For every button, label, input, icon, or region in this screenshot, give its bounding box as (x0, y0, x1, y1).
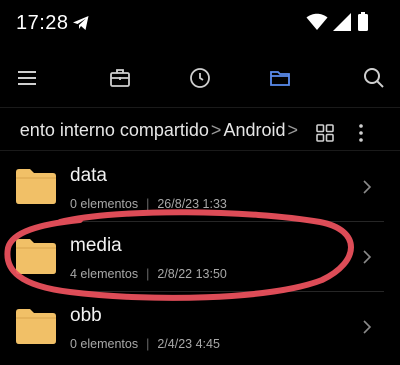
file-meta: 0 elementos | 26/8/23 1:33 (70, 197, 227, 211)
file-meta: 4 elementos | 2/8/22 13:50 (70, 267, 227, 281)
file-item-count: 4 elementos (70, 267, 139, 281)
folder-icon[interactable] (268, 66, 292, 90)
file-name: media (70, 235, 122, 256)
file-date: 2/4/23 4:45 (157, 337, 220, 351)
file-date: 26/8/23 1:33 (157, 197, 227, 211)
signal-icon (333, 13, 351, 31)
chevron-right-icon (362, 180, 372, 194)
status-time: 17:28 (16, 12, 69, 34)
breadcrumb: ento interno compartido > Android > (0, 112, 400, 152)
meta-separator: | (146, 337, 150, 351)
breadcrumb-divider (0, 150, 400, 151)
file-date: 2/8/22 13:50 (157, 267, 227, 281)
meta-separator: | (146, 197, 150, 211)
breadcrumb-item-root[interactable]: ento interno compartido (20, 120, 209, 140)
breadcrumb-separator: > (287, 120, 298, 140)
breadcrumb-separator: > (210, 120, 222, 140)
file-item-count: 0 elementos (70, 197, 139, 211)
battery-icon (358, 12, 368, 31)
chevron-right-icon (362, 250, 372, 264)
status-bar: 17:28 (0, 0, 400, 48)
breadcrumb-path: ento interno compartido > Android > (0, 120, 300, 144)
file-name: data (70, 165, 107, 186)
telegram-icon (72, 14, 90, 32)
file-row-media[interactable]: media 4 elementos | 2/8/22 13:50 (0, 222, 400, 292)
grid-view-icon[interactable] (316, 124, 334, 142)
file-list: data 0 elementos | 26/8/23 1:33 media 4 el… (0, 152, 400, 362)
top-toolbar (0, 56, 400, 100)
wifi-icon (306, 13, 328, 30)
status-icons (306, 12, 376, 34)
file-meta: 0 elementos | 2/4/23 4:45 (70, 337, 220, 351)
folder-icon (16, 238, 56, 274)
more-options-icon[interactable] (354, 122, 368, 144)
meta-separator: | (146, 267, 150, 281)
toolbar-divider (0, 107, 400, 108)
clock-icon[interactable] (188, 66, 212, 90)
folder-icon (16, 168, 56, 204)
file-row-data[interactable]: data 0 elementos | 26/8/23 1:33 (0, 152, 400, 222)
file-item-count: 0 elementos (70, 337, 139, 351)
search-icon[interactable] (362, 66, 386, 90)
briefcase-icon[interactable] (108, 66, 132, 90)
breadcrumb-item-current[interactable]: Android (223, 120, 285, 140)
menu-icon[interactable] (16, 66, 40, 90)
folder-icon (16, 308, 56, 344)
file-row-obb[interactable]: obb 0 elementos | 2/4/23 4:45 (0, 292, 400, 362)
chevron-right-icon (362, 320, 372, 334)
file-name: obb (70, 305, 102, 326)
